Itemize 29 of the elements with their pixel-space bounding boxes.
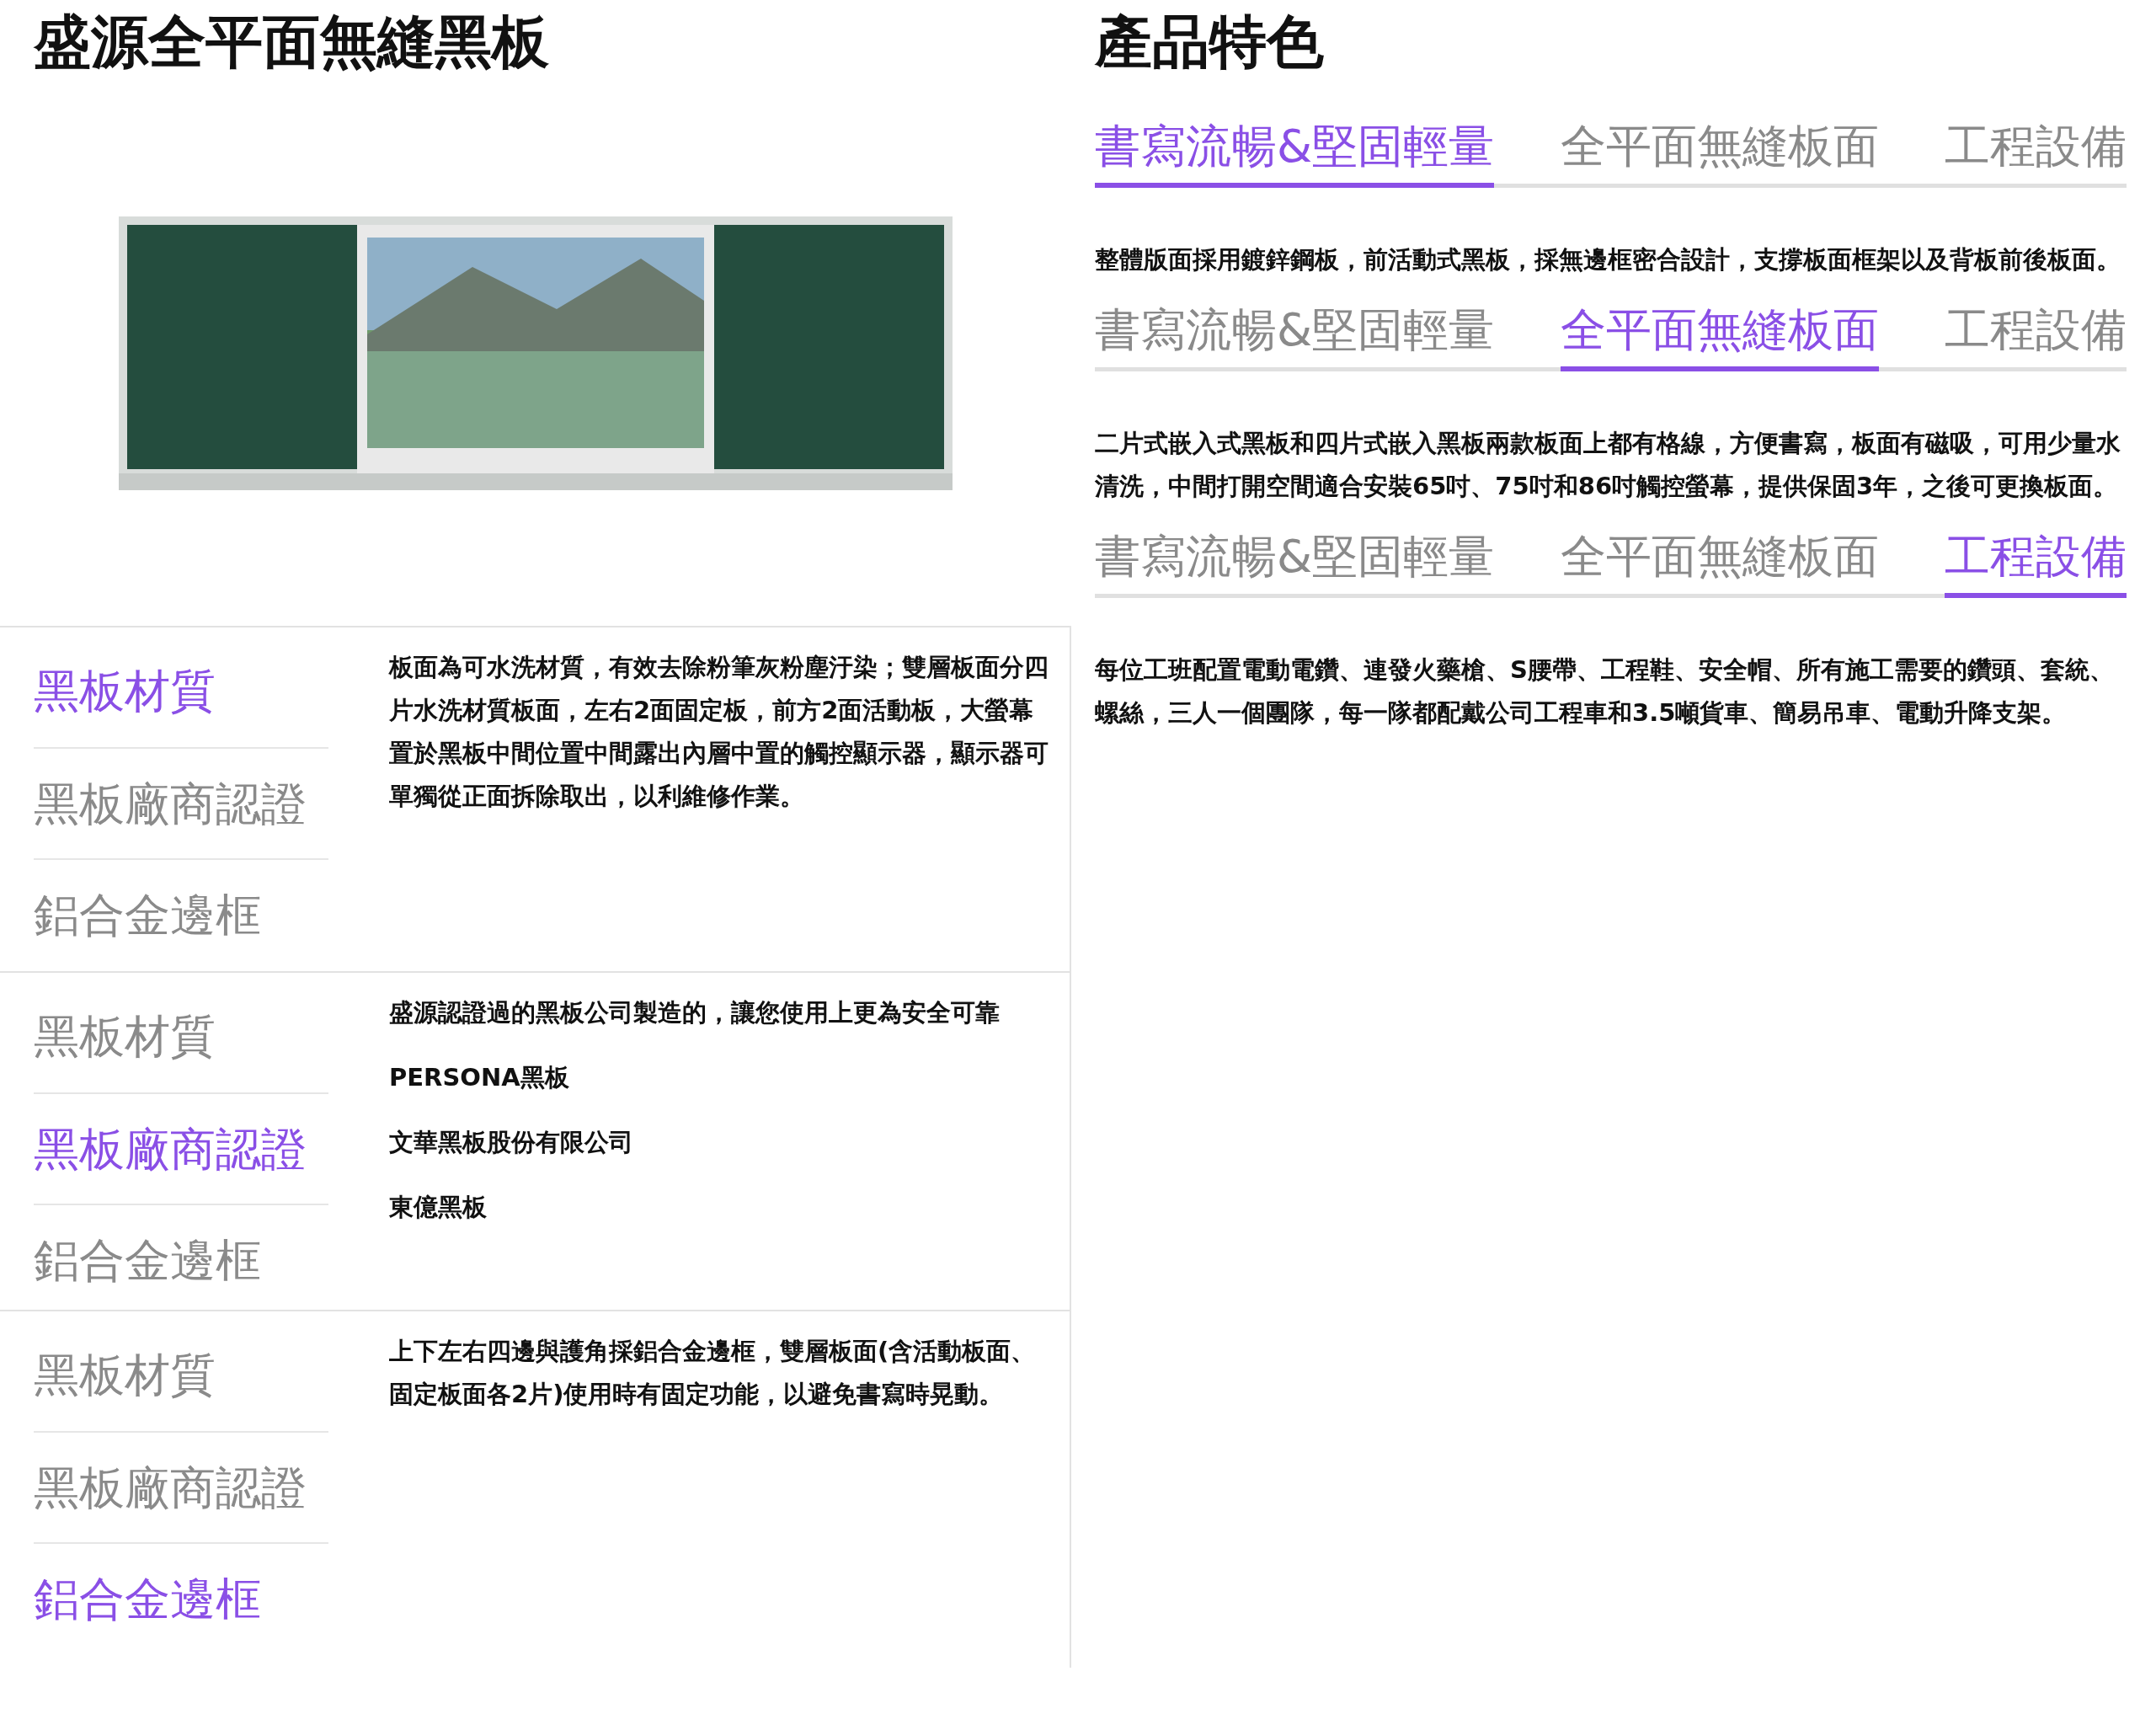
tab[interactable]: 黑板材質 <box>34 981 328 1092</box>
tab[interactable]: 全平面無縫板面 <box>1560 293 1879 371</box>
tab[interactable]: 黑板廠商認證 <box>34 1431 328 1542</box>
tab[interactable]: 全平面無縫板面 <box>1560 520 1879 594</box>
tab[interactable]: 書寫流暢&堅固輕量 <box>1095 520 1495 594</box>
tab-content-text: 板面為可水洗材質，有效去除粉筆灰粉塵汙染；雙層板面分四片水洗材質板面，左右2面固定板，前方2面活動板，大螢幕置於黑板中間位置中間露出內層中置的觸控顯示器，顯示器可單獨從正面拆除取出，以利維修作業。 <box>389 652 1049 812</box>
tab[interactable]: 黑板廠商認證 <box>34 1092 328 1204</box>
tab[interactable]: 黑板廠商認證 <box>34 747 328 858</box>
tab[interactable]: 工程設備 <box>1945 109 2127 184</box>
tab[interactable]: 鋁合金邊框 <box>34 1542 328 1653</box>
feature-text: 二片式嵌入式黑板和四片式嵌入黑板兩款板面上都有格線，方便書寫，板面有磁吸，可用少量水清洗，中間打開空間適合安裝65吋、75吋和86吋觸控螢幕，提供保固3年，之後可更換板面。 <box>1095 428 2121 502</box>
feature-text: 每位工班配置電動電鑽、連發火藥槍、S腰帶、工程鞋、安全帽、所有施工需要的鑽頭、套統、螺絲，三人一個團隊，每一隊都配戴公司工程車和3.5噸貨車、簡易吊車、電動升降支架。 <box>1095 654 2115 729</box>
tab-content-text: 盛源認證過的黑板公司製造的，讓您使用上更為安全可靠 <box>389 997 1001 1028</box>
feature-text: 整體版面採用鍍鋅鋼板，前活動式黑板，採無邊框密合設計，支撐板面框架以及背板前後板面。 <box>1095 244 2121 275</box>
tab[interactable]: 黑板材質 <box>34 1320 328 1431</box>
tab[interactable]: 全平面無縫板面 <box>1560 109 1879 184</box>
tab[interactable]: 書寫流暢&堅固輕量 <box>1095 293 1495 367</box>
tab-content-text: 上下左右四邊與護角採鋁合金邊框，雙層板面(含活動板面、固定板面各2片)使用時有固定功能，以避免書寫時晃動。 <box>389 1336 1037 1410</box>
tab-content-text: PERSONA黑板 <box>389 1062 570 1093</box>
tab[interactable]: 工程設備 <box>1945 293 2127 367</box>
tab[interactable]: 鋁合金邊框 <box>34 1204 328 1315</box>
tab[interactable]: 書寫流暢&堅固輕量 <box>1095 109 1495 188</box>
tab[interactable]: 工程設備 <box>1945 520 2127 598</box>
tab-content-text: 東億黑板 <box>389 1192 488 1223</box>
tab-content-text: 文華黑板股份有限公司 <box>389 1127 634 1158</box>
tab[interactable]: 黑板材質 <box>34 636 328 747</box>
tab[interactable]: 鋁合金邊框 <box>34 858 328 969</box>
page-title: 產品特色 <box>1095 8 1324 77</box>
page-title: 盛源全平面無縫黑板 <box>34 8 549 77</box>
